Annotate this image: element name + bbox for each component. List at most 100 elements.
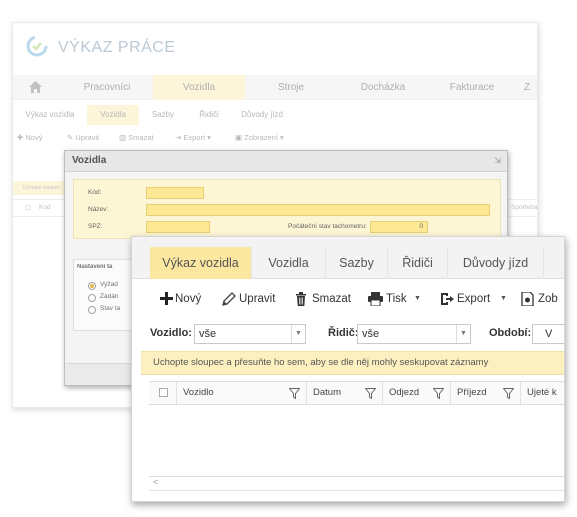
- bg-delete-button[interactable]: ▥ Smazat: [119, 131, 154, 145]
- export-button[interactable]: Export ▼: [440, 289, 507, 309]
- spz-input[interactable]: [146, 221, 210, 233]
- print-chevron-down-icon: ▼: [414, 295, 421, 302]
- bg-edit-button[interactable]: ✎ Upravit: [67, 131, 99, 145]
- column-datum[interactable]: Datum: [307, 382, 383, 404]
- column-prijezd[interactable]: Příjezd: [451, 382, 521, 404]
- tab-duvody-jizd[interactable]: Důvody jízd: [448, 247, 544, 279]
- filter-icon[interactable]: [365, 388, 376, 399]
- main-nav: Pracovníci Vozidla Stroje Docházka Faktu…: [13, 75, 537, 100]
- tachometer-settings: Nastavení ta Vyžad Zadán Stav ta: [73, 259, 133, 331]
- nav-item-stroje[interactable]: Stroje: [245, 75, 337, 100]
- export-icon: [441, 293, 454, 305]
- radio-option-1[interactable]: [88, 282, 96, 290]
- grid-body[interactable]: [149, 405, 564, 477]
- period-filter-select[interactable]: V: [532, 324, 564, 344]
- dialog-form: Kód: Název: SPZ: Počáteční stav tachomet…: [73, 179, 501, 239]
- vehicle-filter-label: Vozidlo:: [150, 327, 192, 339]
- column-ujete-km[interactable]: Ujeté k: [521, 382, 564, 404]
- period-filter-value: V: [545, 328, 553, 340]
- tacho-label: Počáteční stav tachometru:: [288, 223, 367, 230]
- tacho-input[interactable]: 0: [370, 221, 428, 233]
- delete-button[interactable]: Smazat: [295, 289, 351, 309]
- vehicle-chevron-down-icon: ▼: [291, 325, 305, 343]
- filter-icon[interactable]: [289, 388, 300, 399]
- driver-chevron-down-icon: ▼: [456, 325, 470, 343]
- tab-vozidla[interactable]: Vozidla: [252, 247, 326, 279]
- subtab-duvody-jizd[interactable]: Důvody jízd: [231, 105, 293, 125]
- dialog-title: Vozidla: [72, 155, 107, 166]
- column-vozidlo[interactable]: Vozidlo: [177, 382, 307, 404]
- export-button-label: Export: [457, 293, 491, 305]
- bg-col-spotreba[interactable]: Spotřeba: [511, 204, 537, 211]
- tab-sazby[interactable]: Sazby: [326, 247, 388, 279]
- delete-button-label: Smazat: [312, 293, 351, 305]
- column-vozidlo-label: Vozidlo: [183, 387, 214, 398]
- nav-item-fakturace[interactable]: Fakturace: [429, 75, 515, 100]
- radio-option-1-label: Vyžad: [100, 281, 118, 288]
- column-datum-label: Datum: [313, 387, 341, 398]
- subtab-vykaz-vozidla[interactable]: Výkaz vozidla: [19, 105, 81, 125]
- bg-view-button[interactable]: ▣ Zobrazení ▾: [235, 131, 284, 145]
- bg-grid-checkbox[interactable]: ☐: [25, 204, 31, 212]
- tab-vykaz-vozidla[interactable]: Výkaz vozidla: [150, 247, 252, 279]
- home-icon[interactable]: [29, 81, 42, 93]
- export-chevron-down-icon: ▼: [500, 295, 507, 302]
- horizontal-scrollbar[interactable]: <: [149, 477, 564, 491]
- radio-option-3[interactable]: [88, 306, 96, 314]
- scroll-left-icon[interactable]: <: [153, 477, 158, 487]
- app-logo-icon: [26, 35, 48, 57]
- nazev-input[interactable]: [146, 204, 490, 216]
- column-ujete-km-label: Ujeté k: [527, 387, 557, 398]
- kod-input[interactable]: [146, 187, 204, 199]
- vehicle-report-window: Výkaz vozidla Vozidla Sazby Řidiči Důvod…: [131, 236, 565, 502]
- background-toolbar: ✚ Nový ✎ Upravit ▥ Smazat ⇥ Export ▾ ▣ Z…: [13, 131, 537, 147]
- driver-filter-value: vše: [362, 328, 380, 340]
- radio-option-3-label: Stav ta: [100, 305, 121, 312]
- new-button-label: Nový: [175, 293, 202, 305]
- column-odjezd[interactable]: Odjezd: [383, 382, 451, 404]
- radio-option-2[interactable]: [88, 294, 96, 302]
- nazev-label: Název:: [88, 206, 109, 213]
- kod-label: Kód:: [88, 189, 102, 196]
- trash-icon: [296, 292, 306, 306]
- new-button[interactable]: Nový: [160, 289, 204, 309]
- dialog-resize-icon[interactable]: ⇲: [494, 156, 501, 165]
- pencil-icon: [222, 292, 236, 306]
- select-all-checkbox[interactable]: [159, 388, 168, 397]
- driver-filter-select[interactable]: vše ▼: [357, 324, 471, 344]
- nav-item-pracovnici[interactable]: Pracovníci: [61, 75, 153, 100]
- app-title: VÝKAZ PRÁCE: [58, 39, 176, 56]
- nav-item-vozidla[interactable]: Vozidla: [153, 75, 245, 100]
- filter-icon[interactable]: [433, 388, 444, 399]
- view-document-icon: [521, 292, 534, 306]
- filter-bar: Vozidlo: vše ▼ Řidič: vše ▼ Období: V: [132, 323, 564, 347]
- printer-icon: [368, 292, 383, 306]
- select-all-cell: [149, 382, 177, 404]
- vehicle-filter-select[interactable]: vše ▼: [194, 324, 306, 344]
- subtab-sazby[interactable]: Sazby: [143, 105, 183, 125]
- subtab-vozidla[interactable]: Vozidla: [87, 105, 139, 125]
- plus-icon: [160, 292, 173, 305]
- nav-item-dochazka[interactable]: Docházka: [337, 75, 429, 100]
- view-button[interactable]: Zob: [521, 289, 564, 309]
- bg-new-button[interactable]: ✚ Nový: [17, 131, 42, 145]
- bg-export-button[interactable]: ⇥ Export ▾: [175, 131, 211, 145]
- grid-header: Vozidlo Datum Odjezd Příjezd Ujeté k: [149, 381, 564, 405]
- column-prijezd-label: Příjezd: [457, 387, 487, 398]
- edit-button[interactable]: Upravit: [222, 289, 282, 309]
- driver-filter-label: Řidič:: [328, 327, 359, 339]
- subtab-ridici[interactable]: Řidiči: [189, 105, 229, 125]
- group-by-drop-zone[interactable]: Uchopte sloupec a přesuňte ho sem, aby s…: [141, 351, 564, 375]
- tab-bar: Výkaz vozidla Vozidla Sazby Řidiči Důvod…: [132, 237, 564, 279]
- sub-nav: Výkaz vozidla Vozidla Sazby Řidiči Důvod…: [13, 105, 537, 125]
- tab-ridici[interactable]: Řidiči: [388, 247, 448, 279]
- print-button[interactable]: Tisk ▼: [368, 289, 422, 309]
- nav-item-overflow[interactable]: Z: [515, 75, 537, 100]
- dialog-header: Vozidla ⇲: [65, 151, 507, 172]
- column-odjezd-label: Odjezd: [389, 387, 420, 398]
- toolbar: Nový Upravit Smazat Tisk ▼ Export ▼ Zob: [132, 289, 564, 311]
- view-button-label: Zob: [538, 293, 558, 305]
- filter-icon[interactable]: [503, 388, 514, 399]
- bg-col-kod[interactable]: Kód: [39, 204, 51, 211]
- settings-title: Nastavení ta: [77, 264, 113, 270]
